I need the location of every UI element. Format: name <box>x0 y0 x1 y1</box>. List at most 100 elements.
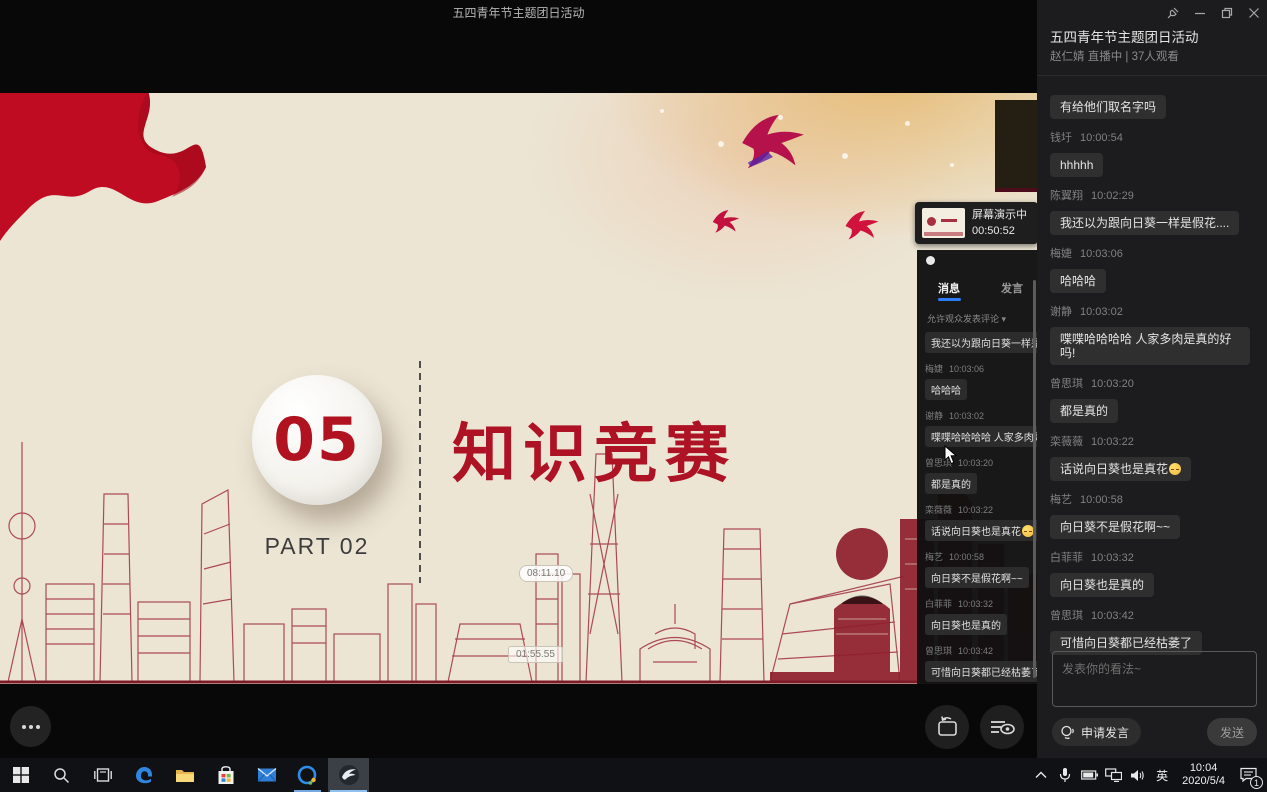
share-status-text: 屏幕演示中 <box>972 207 1027 223</box>
task-view-button[interactable] <box>82 758 123 792</box>
network-display-icon[interactable] <box>1104 758 1122 792</box>
bird-icon <box>738 115 808 171</box>
window-title: 五四青年节主题团日活动 <box>0 4 1037 21</box>
red-flag-graphic <box>0 93 225 266</box>
live-chat-sidebar: 五四青年节主题团日活动 赵仁婧 直播中 | 37人观看 有给他们取名字吗 钱圩1… <box>1037 0 1267 758</box>
tray-date: 2020/5/4 <box>1182 775 1225 788</box>
chevron-down-icon: ▾ <box>1002 314 1007 324</box>
message-bubble: 喋喋哈哈哈哈 人家多肉是真的好吗! <box>1050 327 1250 365</box>
message-time: 10:03:32 <box>1091 552 1134 564</box>
tray-chevron-up-icon[interactable] <box>1032 758 1050 792</box>
stream-host-status: 赵仁婧 直播中 | 37人观看 <box>1050 48 1179 64</box>
embedded-chat-message: 梅婕10:03:06 哈哈哈 <box>925 362 1037 400</box>
presentation-window: 五四青年节主题团日活动 <box>0 0 1037 758</box>
list-eye-icon <box>989 718 1015 736</box>
slide-time-label-1: 08:11.10 <box>519 565 573 582</box>
message-bubble: 有给他们取名字吗 <box>1050 95 1166 119</box>
chat-message: 曾思琪10:03:42 可惜向日葵都已经枯萎了 <box>1050 609 1260 655</box>
close-icon[interactable] <box>1247 6 1261 20</box>
camera-feed-thumbnail[interactable] <box>995 100 1037 192</box>
pin-icon[interactable] <box>1166 6 1180 20</box>
chat-message: 谢静10:03:02 喋喋哈哈哈哈 人家多肉是真的好吗! <box>1050 305 1260 365</box>
request-speak-button[interactable]: 申请发言 <box>1052 718 1141 746</box>
tencent-app-icon <box>297 765 318 786</box>
folder-icon <box>175 767 195 784</box>
battery-icon[interactable] <box>1080 758 1098 792</box>
tencent-app-button[interactable] <box>287 758 328 792</box>
speaker-icon[interactable] <box>1128 758 1146 792</box>
message-bubble: 向日葵不是假花啊~~ <box>1050 515 1180 539</box>
microsoft-store-button[interactable] <box>205 758 246 792</box>
message-bubble: hhhhh <box>1050 153 1103 177</box>
firework-speck <box>718 141 724 147</box>
switch-view-button[interactable] <box>925 705 969 749</box>
language-indicator[interactable]: 英 <box>1152 767 1172 784</box>
presentation-app-button[interactable] <box>328 758 369 792</box>
sender-name: 钱圩 <box>1050 132 1072 144</box>
tab-speak[interactable]: 发言 <box>1001 280 1023 296</box>
part-label: PART 02 <box>252 533 382 560</box>
taskbar-search-button[interactable] <box>41 758 82 792</box>
message-time: 10:03:02 <box>1080 306 1123 318</box>
presentation-app-icon <box>338 764 360 786</box>
sender-name: 曾思琪 <box>1050 610 1083 622</box>
chat-message: 有给他们取名字吗 <box>1050 95 1260 119</box>
store-bag-icon <box>217 766 235 785</box>
embedded-chat-message: 曾思琪10:03:42 可惜向日葵都已经枯萎了 <box>925 644 1037 682</box>
message-bubble: 哈哈哈 <box>1050 269 1106 293</box>
embedded-chat-message: 白菲菲10:03:32 向日葵也是真的 <box>925 597 1037 635</box>
edge-icon <box>134 765 154 785</box>
embedded-chat-message: 我还以为跟向日葵一样是假花 <box>925 332 1037 353</box>
panel-drag-dot[interactable] <box>926 256 935 265</box>
toggle-comments-button[interactable] <box>980 705 1024 749</box>
start-button[interactable] <box>0 758 41 792</box>
share-preview-thumbnail <box>922 208 965 238</box>
sender-name: 陈翼翔 <box>1050 190 1083 202</box>
action-center-button[interactable]: 1 <box>1235 758 1261 792</box>
mail-envelope-icon <box>257 767 277 783</box>
search-icon <box>53 767 70 784</box>
tab-messages[interactable]: 消息 <box>938 280 960 296</box>
bird-icon <box>712 210 740 234</box>
chat-message: 陈翼翔10:02:29 我还以为跟向日葵一样是假花.... <box>1050 189 1260 235</box>
chat-message-list: 有给他们取名字吗 钱圩10:00:54 hhhhh 陈翼翔10:02:29 我还… <box>1050 95 1260 667</box>
chat-message: 梅婕10:03:06 哈哈哈 <box>1050 247 1260 293</box>
screen-share-status-box[interactable]: 屏幕演示中 00:50:52 <box>915 202 1037 244</box>
slide-time-label-2: 01:55.55 <box>508 646 563 663</box>
firework-speck <box>950 163 954 167</box>
divider <box>1037 75 1267 76</box>
message-time: 10:03:20 <box>1091 378 1134 390</box>
speaking-head-icon <box>1060 724 1076 740</box>
allow-comments-dropdown[interactable]: 允许观众发表评论 ▾ <box>927 312 1006 325</box>
message-time: 10:03:42 <box>1091 610 1134 622</box>
edge-browser-button[interactable] <box>123 758 164 792</box>
comment-input[interactable] <box>1052 651 1257 707</box>
mail-button[interactable] <box>246 758 287 792</box>
sender-name: 栾薇薇 <box>1050 436 1083 448</box>
send-button[interactable]: 发送 <box>1207 718 1257 746</box>
more-options-button[interactable] <box>10 706 51 747</box>
sender-name: 梅婕 <box>1050 248 1072 260</box>
sender-name: 白菲菲 <box>1050 552 1083 564</box>
message-bubble: 都是真的 <box>1050 399 1118 423</box>
stream-title: 五四青年节主题团日活动 <box>1050 26 1199 46</box>
clock[interactable]: 10:04 2020/5/4 <box>1178 762 1229 788</box>
rotate-window-icon <box>935 716 959 738</box>
chat-message: 白菲菲 10:03:32 向日葵也是真的 <box>1050 551 1260 597</box>
active-tab-underline <box>938 298 961 301</box>
chat-message: 曾思琪10:03:20 都是真的 <box>1050 377 1260 423</box>
dashed-divider <box>419 361 421 583</box>
embedded-message-list: 我还以为跟向日葵一样是假花 梅婕10:03:06 哈哈哈 谢静10:03:02 … <box>925 332 1037 684</box>
embedded-chat-panel: 消息 发言 允许观众发表评论 ▾ 我还以为跟向日葵一样是假花 梅婕10:03:0… <box>917 250 1037 684</box>
chapter-number-badge: 05 <box>252 375 382 505</box>
minimize-icon[interactable] <box>1193 6 1207 20</box>
message-bubble: 向日葵也是真的 <box>1050 573 1154 597</box>
slide-title: 知识竞赛 <box>452 403 736 495</box>
message-time: 10:03:22 <box>1091 436 1134 448</box>
restore-icon[interactable] <box>1220 6 1234 20</box>
embedded-chat-message: 梅艺10:00:58 向日葵不是假花啊~~ <box>925 550 1037 588</box>
scrollbar[interactable] <box>1033 280 1036 678</box>
microphone-icon[interactable] <box>1056 758 1074 792</box>
file-explorer-button[interactable] <box>164 758 205 792</box>
message-time: 10:00:58 <box>1080 494 1123 506</box>
